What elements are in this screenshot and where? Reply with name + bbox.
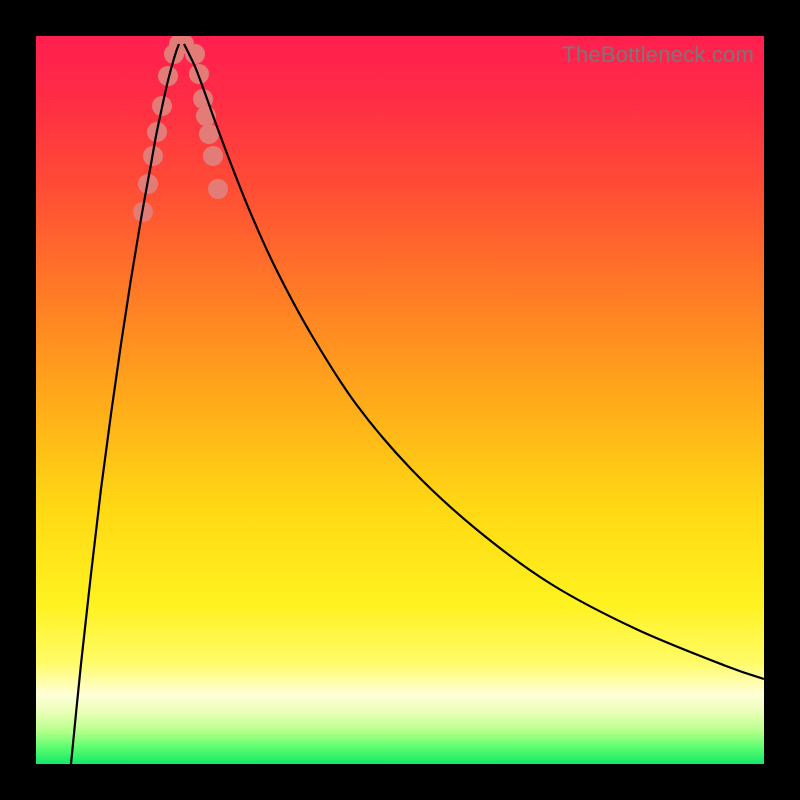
- left-branch: [71, 44, 179, 764]
- cluster-dots: [133, 36, 228, 222]
- cluster-dot: [208, 179, 228, 199]
- cluster-dot: [203, 146, 223, 166]
- right-branch: [184, 44, 764, 679]
- outer-frame: TheBottleneck.com: [0, 0, 800, 800]
- watermark-text: TheBottleneck.com: [562, 42, 754, 68]
- plot-area: TheBottleneck.com: [36, 36, 764, 764]
- v-curve-svg: [36, 36, 764, 764]
